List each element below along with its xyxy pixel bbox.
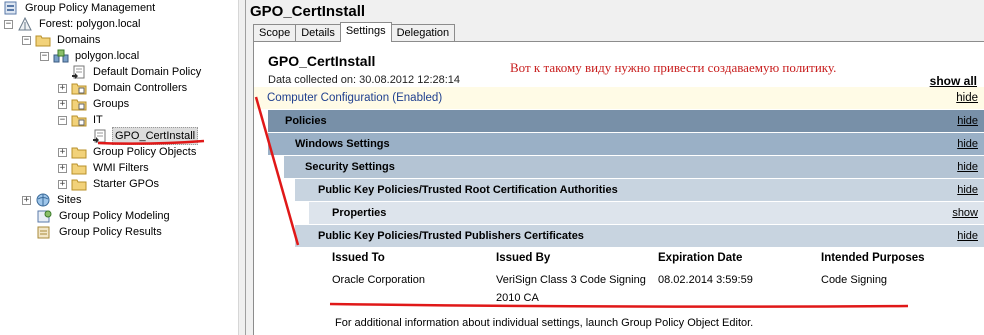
expand-toggle[interactable]: + [58,163,67,173]
tree-item-domains[interactable]: − Domains [22,32,102,48]
tree-item-domain-controllers[interactable]: + Domain Controllers [58,80,189,96]
tree-item-gpm[interactable]: Group Policy Management [3,0,157,16]
cell-expiration: 08.02.2014 3:59:59 [658,274,753,286]
tree-item-polygon-local[interactable]: − polygon.local [40,48,141,64]
show-link[interactable]: show [952,202,978,224]
hide-link[interactable]: hide [957,179,978,201]
column-header-issued-by: Issued By [496,252,551,264]
section-security-settings[interactable]: Security Settings hide [284,156,984,178]
section-label: Public Key Policies/Trusted Publishers C… [318,230,584,242]
tree-item-group-policy-objects[interactable]: + Group Policy Objects [58,144,198,160]
section-label: Windows Settings [295,138,390,150]
domain-icon [53,49,69,63]
tree-item-label: Group Policy Management [25,2,156,14]
expand-toggle[interactable]: + [22,195,31,205]
section-trusted-root-cas[interactable]: Public Key Policies/Trusted Root Certifi… [295,179,984,201]
tree-item-default-domain-policy[interactable]: Default Domain Policy [71,64,203,80]
section-properties[interactable]: Properties show [309,202,984,224]
tree-item-it[interactable]: − IT [58,112,105,128]
data-collected-text: Data collected on: 30.08.2012 12:28:14 [268,74,461,86]
tree-item-label: Groups [93,98,130,110]
tree-item-starter-gpos[interactable]: + Starter GPOs [58,176,161,192]
tree-item-gpo-certinstall[interactable]: GPO_CertInstall [92,127,199,145]
tree-item-label: Group Policy Modeling [59,210,170,222]
folder-icon [71,177,87,191]
collapse-toggle[interactable]: − [40,51,49,61]
folder-icon [71,145,87,159]
tree-item-label: polygon.local [75,50,140,62]
tree-item-label: Group Policy Results [59,226,162,238]
expand-toggle[interactable]: + [58,147,67,157]
expand-toggle[interactable]: + [58,83,67,93]
show-all-link[interactable]: show all [930,74,977,88]
gpo-link-icon [92,129,108,143]
tree-item-sites[interactable]: + Sites [22,192,83,208]
gpm-icon [3,1,19,15]
tab-settings[interactable]: Settings [339,22,392,42]
ou-icon [71,81,87,95]
section-label: Properties [332,207,387,219]
modeling-icon [37,209,53,223]
tree-item-label: Group Policy Objects [93,146,197,158]
tree-item-label: Domain Controllers [93,82,188,94]
tree-item-label: Domains [57,34,101,46]
tree-item-forest[interactable]: − Forest: polygon.local [4,16,143,32]
cell-issued-to: Oracle Corporation [332,274,425,286]
collapse-toggle[interactable]: − [22,35,31,45]
annotation-text: Вот к такому виду нужно привести создава… [510,60,837,75]
section-policies[interactable]: Policies hide [268,110,984,132]
expand-toggle[interactable]: + [58,99,67,109]
column-header-issued-to: Issued To [332,252,385,264]
results-icon [37,225,53,239]
tree-item-gp-results[interactable]: Group Policy Results [37,224,164,240]
console-tree: Group Policy Management − Forest: polygo… [0,0,238,335]
hide-link[interactable]: hide [957,156,978,178]
tab-delegation[interactable]: Delegation [390,24,456,42]
ou-icon [71,97,87,111]
ou-icon [71,113,87,127]
tab-strip: Scope Details Settings Delegation [253,22,456,42]
hide-link[interactable]: hide [957,110,978,132]
hide-link[interactable]: hide [957,225,978,247]
report-title: GPO_CertInstall [268,53,376,69]
section-label: Public Key Policies/Trusted Root Certifi… [318,184,618,196]
folder-icon [35,33,51,47]
pane-title: GPO_CertInstall [250,3,366,20]
tree-item-label: GPO_CertInstall [112,127,199,145]
expand-toggle[interactable]: + [58,179,67,189]
footnote: For additional information about individ… [335,317,754,329]
section-label: Security Settings [305,161,395,173]
section-label: Policies [285,115,327,127]
section-trusted-publishers[interactable]: Public Key Policies/Trusted Publishers C… [295,225,984,247]
computer-configuration-header[interactable]: Computer Configuration (Enabled) hide [254,87,984,109]
column-header-purposes: Intended Purposes [821,252,925,264]
hide-link[interactable]: hide [956,87,978,109]
tree-item-gp-modeling[interactable]: Group Policy Modeling [37,208,172,224]
tree-item-wmi-filters[interactable]: + WMI Filters [58,160,151,176]
cell-purposes: Code Signing [821,274,888,286]
collapse-toggle[interactable]: − [4,19,13,29]
tree-item-label: Forest: polygon.local [39,18,141,30]
tab-scope[interactable]: Scope [253,24,297,42]
tree-item-label: Sites [57,194,82,206]
tab-details[interactable]: Details [295,24,341,42]
cell-issued-by: VeriSign Class 3 Code Signing 2010 CA [496,274,646,304]
sites-icon [35,193,51,207]
gpo-link-icon [71,65,87,79]
details-pane: GPO_CertInstall Scope Details Settings D… [246,0,984,335]
section-label: Computer Configuration (Enabled) [267,92,443,104]
tree-item-label: IT [93,114,103,126]
column-header-expiration: Expiration Date [658,252,743,264]
collapse-toggle[interactable]: − [58,115,67,125]
splitter[interactable] [238,0,246,335]
tree-item-label: Starter GPOs [93,178,160,190]
hide-link[interactable]: hide [957,133,978,155]
tree-item-label: Default Domain Policy [93,66,202,78]
forest-icon [17,17,33,31]
section-windows-settings[interactable]: Windows Settings hide [268,133,984,155]
tree-item-label: WMI Filters [93,162,149,174]
folder-icon [71,161,87,175]
settings-report: GPO_CertInstall Data collected on: 30.08… [253,41,984,335]
tree-item-groups[interactable]: + Groups [58,96,131,112]
